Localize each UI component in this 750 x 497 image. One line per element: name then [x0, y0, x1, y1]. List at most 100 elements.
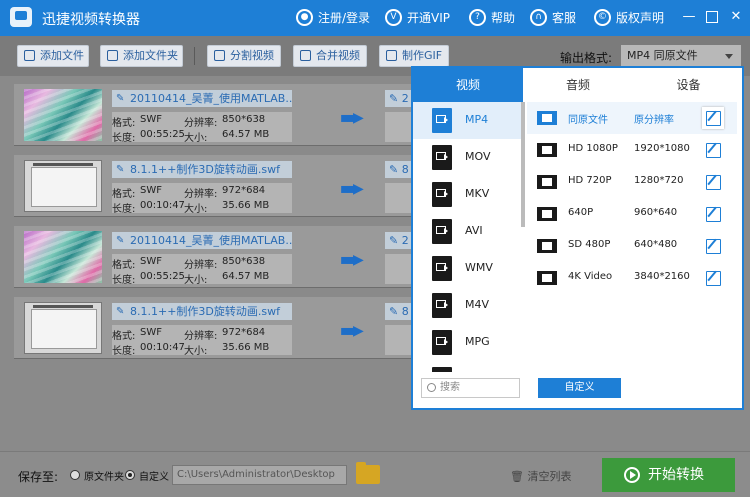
format-search-input[interactable]: 搜索 — [421, 378, 520, 398]
help-link[interactable]: ? 帮助 — [469, 9, 515, 26]
format-item-mkv[interactable]: MKV — [413, 176, 523, 213]
custom-folder-label: 自定义 — [139, 472, 169, 483]
split-video-button[interactable]: 分割视频 — [207, 45, 281, 67]
edit-icon[interactable] — [702, 171, 724, 193]
vip-label: 开通VIP — [407, 11, 450, 25]
mp4-file-icon — [432, 108, 452, 133]
file-row[interactable]: 20110414_吴菁_使用MATLAB... 格式: SWF 分辨率: 850… — [14, 226, 434, 288]
add-folder-button[interactable]: 添加文件夹 — [100, 45, 183, 67]
edit-icon[interactable] — [702, 139, 724, 161]
quality-resolution: 原分辨率 — [634, 115, 674, 126]
custom-button[interactable]: 自定义 — [538, 378, 621, 398]
edit-icon[interactable] — [702, 235, 724, 257]
format-item-mpg[interactable]: MPG — [413, 324, 523, 361]
file-info: 格式: SWF 分辨率: 850*638 长度: 00:55:25 大小: 64… — [112, 254, 292, 286]
copyright-label: 版权声明 — [616, 11, 665, 25]
size-value: 35.66 MB — [222, 200, 270, 211]
format-item-m4v[interactable]: M4V — [413, 287, 523, 324]
start-convert-label: 开始转换 — [648, 467, 704, 483]
tab-audio[interactable]: 音频 — [523, 68, 633, 102]
convert-arrow-icon: ▪▪▶ — [340, 181, 364, 197]
clear-list-label: 清空列表 — [527, 470, 572, 483]
format-label: M4V — [465, 298, 490, 311]
file-row[interactable]: 8.1.1++制作3D旋转动画.swf 格式: SWF 分辨率: 972*684… — [14, 155, 434, 217]
format-label: WMV — [465, 261, 493, 274]
file-row[interactable]: 8.1.1++制作3D旋转动画.swf 格式: SWF 分辨率: 972*684… — [14, 297, 434, 359]
quality-resolution: 1280*720 — [634, 175, 684, 186]
browse-folder-icon[interactable] — [356, 462, 380, 484]
output-file-name-text: 2 — [401, 92, 409, 105]
split-icon — [214, 50, 225, 61]
format-label: MOV — [465, 150, 491, 163]
format-label: 格式: — [112, 331, 136, 342]
file-name[interactable]: 20110414_吴菁_使用MATLAB... — [112, 90, 292, 107]
duration-label: 长度: — [112, 346, 136, 357]
quality-item[interactable]: HD 1080P 1920*1080 — [527, 134, 737, 166]
merge-icon — [300, 50, 311, 61]
quality-item[interactable]: 4K Video 3840*2160 — [527, 262, 737, 294]
output-file-name-text: 8 — [401, 163, 409, 176]
quality-resolution: 1920*1080 — [634, 143, 690, 154]
bottom-bar: 保存至: 原文件夹 自定义 C:\Users\Administrator\Des… — [0, 451, 750, 497]
vip-link[interactable]: V 开通VIP — [385, 9, 450, 26]
minimize-icon[interactable]: — — [682, 10, 696, 24]
file-icon — [432, 367, 452, 372]
size-value: 64.57 MB — [222, 271, 270, 282]
edit-icon[interactable] — [702, 267, 724, 289]
format-label: MPG — [465, 335, 490, 348]
file-name[interactable]: 20110414_吴菁_使用MATLAB... — [112, 232, 292, 249]
make-gif-button[interactable]: 制作GIF — [379, 45, 449, 67]
add-file-label: 添加文件 — [40, 49, 84, 62]
merge-video-button[interactable]: 合并视频 — [293, 45, 367, 67]
mkv-file-icon — [432, 182, 452, 207]
app-title: 迅捷视频转换器 — [42, 12, 140, 28]
copyright-link[interactable]: © 版权声明 — [594, 9, 664, 26]
resolution-label: 分辨率: — [184, 189, 218, 200]
output-format-select[interactable]: MP4 同原文件 — [621, 45, 741, 67]
format-value: SWF — [140, 114, 162, 125]
plus-icon — [24, 50, 35, 61]
play-icon — [624, 467, 640, 483]
edit-icon[interactable] — [702, 107, 724, 129]
film-icon — [537, 239, 557, 253]
quality-name: HD 1080P — [568, 143, 618, 154]
format-label: 格式: — [112, 189, 136, 200]
duration-value: 00:55:25 — [140, 129, 185, 140]
edit-icon[interactable] — [702, 203, 724, 225]
title-bar: 迅捷视频转换器 ● 注册/登录 V 开通VIP ? 帮助 ∩ 客服 © 版权声明 — ✕ — [0, 0, 750, 36]
quality-item[interactable]: HD 720P 1280*720 — [527, 166, 737, 198]
quality-item[interactable]: 640P 960*640 — [527, 198, 737, 230]
add-file-button[interactable]: 添加文件 — [17, 45, 89, 67]
file-name[interactable]: 8.1.1++制作3D旋转动画.swf — [112, 303, 292, 320]
quality-name: 同原文件 — [568, 115, 608, 126]
save-to-label: 保存至: — [18, 470, 59, 484]
format-item-avi[interactable]: AVI — [413, 213, 523, 250]
output-path-input[interactable]: C:\Users\Administrator\Desktop — [172, 465, 347, 485]
quality-name: 4K Video — [568, 271, 613, 282]
maximize-icon[interactable] — [706, 11, 718, 23]
video-thumbnail — [24, 160, 102, 212]
duration-label: 长度: — [112, 275, 136, 286]
format-item-mov[interactable]: MOV — [413, 139, 523, 176]
clear-list-button[interactable]: 🗑 清空列表 — [510, 468, 571, 484]
service-link[interactable]: ∩ 客服 — [530, 9, 576, 26]
tab-device[interactable]: 设备 — [633, 68, 744, 102]
convert-arrow-icon: ▪▪▶ — [340, 323, 364, 339]
quality-item[interactable]: 同原文件 原分辨率 — [527, 102, 737, 134]
radio-custom-folder[interactable] — [125, 470, 135, 480]
tab-video[interactable]: 视频 — [413, 68, 523, 102]
duration-label: 长度: — [112, 204, 136, 215]
format-label: MKV — [465, 187, 490, 200]
start-convert-button[interactable]: 开始转换 — [602, 458, 735, 492]
file-row[interactable]: 20110414_吴菁_使用MATLAB... 格式: SWF 分辨率: 850… — [14, 84, 434, 146]
file-name[interactable]: 8.1.1++制作3D旋转动画.swf — [112, 161, 292, 178]
close-icon[interactable]: ✕ — [729, 10, 743, 24]
format-list-scrollbar[interactable] — [521, 102, 525, 227]
mov-file-icon — [432, 145, 452, 170]
login-link[interactable]: ● 注册/登录 — [296, 9, 370, 26]
radio-original-folder[interactable] — [70, 470, 80, 480]
format-item-wmv[interactable]: WMV — [413, 250, 523, 287]
format-item-mp4[interactable]: MP4 — [413, 102, 523, 139]
duration-value: 00:10:47 — [140, 200, 185, 211]
quality-item[interactable]: SD 480P 640*480 — [527, 230, 737, 262]
